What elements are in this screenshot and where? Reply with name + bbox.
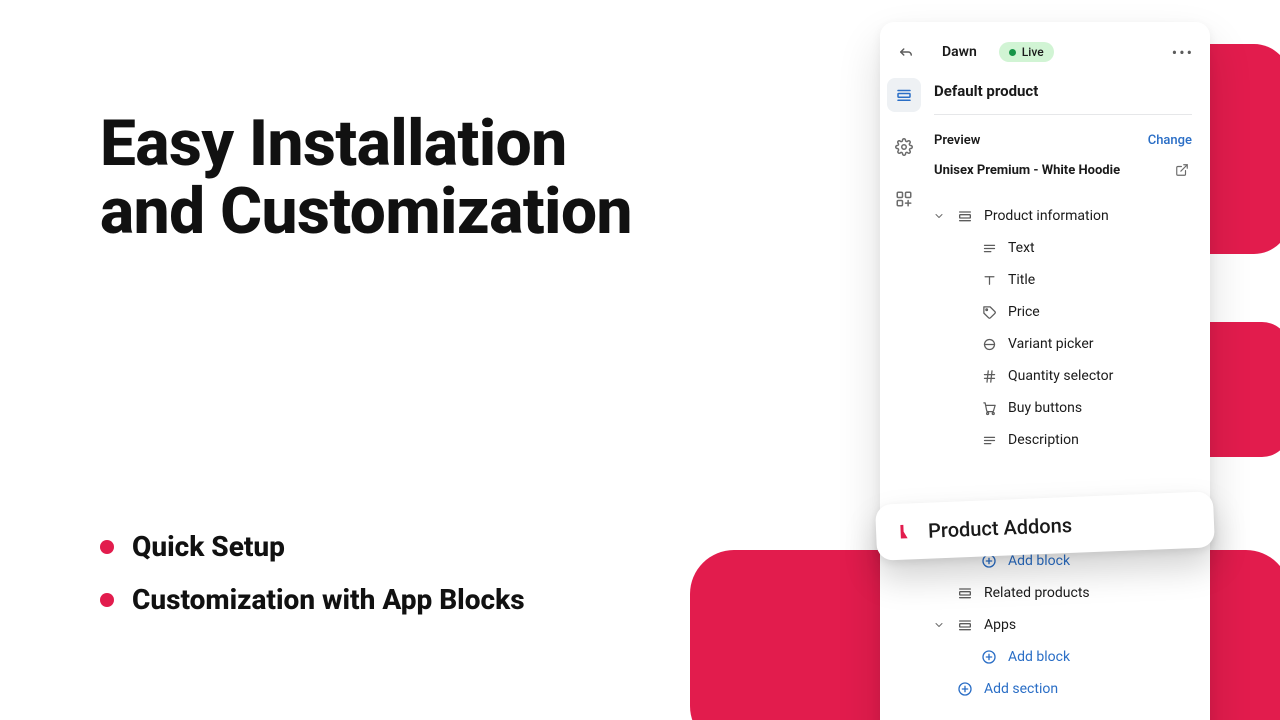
sections-tab-icon[interactable] — [887, 78, 921, 112]
page-title: Default product — [934, 82, 1194, 100]
text-icon — [980, 239, 998, 257]
more-menu-icon[interactable]: ••• — [1172, 43, 1194, 62]
external-link-icon[interactable] — [1172, 160, 1192, 180]
add-block-button[interactable]: Add block — [932, 641, 1194, 673]
row-label: Buy buttons — [1008, 400, 1082, 416]
bullet-item: Customization with App Blocks — [100, 583, 525, 616]
variant-icon — [980, 335, 998, 353]
bullet-text: Quick Setup — [132, 530, 285, 563]
divider — [934, 114, 1192, 115]
preview-label: Preview — [934, 133, 980, 148]
row-label: Related products — [984, 585, 1090, 601]
tree-row-quantity-selector[interactable]: Quantity selector — [932, 360, 1194, 392]
theme-editor-panel: Dawn Live ••• Default prod — [880, 22, 1210, 720]
theme-name: Dawn — [942, 44, 977, 60]
title-icon — [980, 271, 998, 289]
plus-circle-icon — [980, 648, 998, 666]
apps-tab-icon[interactable] — [887, 182, 921, 216]
row-label: Text — [1008, 240, 1035, 256]
tree-row-price[interactable]: Price — [932, 296, 1194, 328]
chevron-down-icon — [932, 209, 946, 223]
row-label: Description — [1008, 432, 1079, 448]
row-label: Product information — [984, 208, 1109, 224]
row-label: Variant picker — [1008, 336, 1093, 352]
hash-icon — [980, 367, 998, 385]
bullet-dot — [100, 593, 114, 607]
tree-row-related-products[interactable]: Related products — [932, 577, 1194, 609]
row-label: Title — [1008, 272, 1035, 288]
section-icon — [956, 584, 974, 602]
change-preview-link[interactable]: Change — [1148, 133, 1192, 148]
tree-row-product-information[interactable]: Product information — [932, 200, 1194, 232]
row-label: Apps — [984, 617, 1016, 633]
tree-row-title[interactable]: Title — [932, 264, 1194, 296]
description-icon — [980, 431, 998, 449]
bullet-item: Quick Setup — [100, 530, 525, 563]
app-logo-icon — [896, 522, 915, 541]
back-icon[interactable] — [896, 42, 916, 62]
tree-row-description[interactable]: Description — [932, 424, 1194, 456]
section-icon — [956, 207, 974, 225]
preview-product-name: Unisex Premium - White Hoodie — [934, 163, 1120, 178]
settings-tab-icon[interactable] — [887, 130, 921, 164]
row-label: Add block — [1008, 553, 1070, 569]
bullet-text: Customization with App Blocks — [132, 583, 525, 616]
hero-heading: Easy Installation and Customization — [100, 110, 750, 246]
section-icon — [956, 616, 974, 634]
row-label: Price — [1008, 304, 1040, 320]
add-section-button[interactable]: Add section — [932, 673, 1194, 705]
tree-row-buy-buttons[interactable]: Buy buttons — [932, 392, 1194, 424]
tree-row-apps[interactable]: Apps — [932, 609, 1194, 641]
row-label: Add block — [1008, 649, 1070, 665]
chevron-down-icon — [932, 618, 946, 632]
tree-row-text[interactable]: Text — [932, 232, 1194, 264]
plus-circle-icon — [956, 680, 974, 698]
status-badge: Live — [999, 42, 1054, 62]
tree-row-variant-picker[interactable]: Variant picker — [932, 328, 1194, 360]
cart-icon — [980, 399, 998, 417]
row-label: Add section — [984, 681, 1058, 697]
bullet-dot — [100, 540, 114, 554]
row-label: Quantity selector — [1008, 368, 1113, 384]
price-icon — [980, 303, 998, 321]
popover-label: Product Addons — [928, 513, 1073, 543]
